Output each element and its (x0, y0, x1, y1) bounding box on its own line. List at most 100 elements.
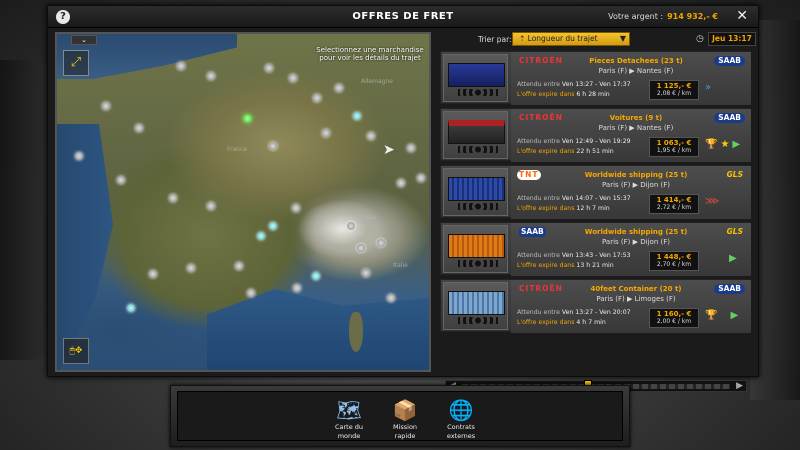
target-company-logo: GLS (726, 170, 743, 179)
map-city-marker[interactable] (127, 304, 135, 312)
clock-icon: ◷ (696, 34, 704, 44)
star-icon: ★ (720, 139, 730, 150)
trophy-icon: 🏆 (705, 139, 718, 150)
map-city-marker[interactable] (135, 124, 143, 132)
map-city-marker[interactable] (269, 222, 277, 230)
offer-price: 1 448,- € (656, 253, 692, 261)
expire-value: 6 h 28 min (576, 91, 610, 98)
map-city-marker[interactable] (362, 269, 370, 277)
target-company-logo: GLS (726, 227, 743, 236)
trophy-icon: 🏆 (705, 310, 718, 321)
map-city-marker[interactable] (292, 204, 300, 212)
sort-select[interactable]: ⇡ Longueur du trajet ▼ (512, 32, 630, 46)
offer-cargo: 40feet Container (20 t) (590, 285, 682, 293)
dock-label: Contrats (447, 423, 475, 431)
dock-quick-job-button[interactable]: 📦 Mission rapide (382, 398, 428, 440)
map-city-marker[interactable] (322, 129, 330, 137)
money-label: Votre argent : (608, 12, 664, 21)
expire-value: 22 h 51 min (576, 148, 614, 155)
map-corsica (349, 312, 363, 352)
map-city-marker[interactable] (289, 74, 297, 82)
offer-cargo: Worldwide shipping (25 t) (584, 228, 688, 236)
offer-route: Paris (F) ▶ Nantes (F) (598, 124, 674, 132)
offer-row[interactable]: SAAB Worldwide shipping (25 t) Paris (F)… (440, 222, 751, 276)
offer-price-per-km: 2,08 € / km (656, 90, 692, 97)
source-company-logo: CITROËN (519, 284, 563, 293)
arrow-right-icon: ▶ (729, 253, 737, 264)
map-city-marker[interactable] (177, 62, 185, 70)
dock-external-contracts-button[interactable]: 🌐 Contrats externes (438, 398, 484, 440)
dock-world-map-button[interactable]: 🗺 Carte du monde (326, 398, 372, 440)
expire-value: 13 h 21 min (576, 262, 614, 269)
map-city-marker[interactable] (265, 64, 273, 72)
offer-icons: ▶ (705, 253, 749, 269)
map-city-marker[interactable] (269, 142, 277, 150)
offer-route: Paris (F) ▶ Dijon (F) (602, 238, 670, 246)
target-company-logo: SAAB (714, 113, 745, 123)
trailer-thumbnail (443, 111, 508, 159)
route-from: Paris (598, 67, 616, 75)
offer-cargo: Voitures (9 t) (609, 114, 663, 122)
map-city-marker[interactable] (407, 144, 415, 152)
route-to: Dijon (640, 238, 659, 246)
mouse-move-icon[interactable]: 🖱✥ (63, 338, 89, 364)
map-city-marker[interactable] (257, 232, 265, 240)
map-city-marker[interactable] (149, 270, 157, 278)
close-button[interactable]: ✕ (736, 8, 748, 24)
map-collapse-button[interactable]: ⌄ (71, 35, 97, 45)
map-city-marker[interactable] (313, 94, 321, 102)
map-city-marker[interactable] (169, 194, 177, 202)
world-map[interactable]: Allemagne France Suisse Italie ⌄ ⤢ Selec… (55, 32, 431, 372)
map-city-marker[interactable] (207, 72, 215, 80)
map-city-marker[interactable] (235, 262, 243, 270)
offer-row[interactable]: TNT Worldwide shipping (25 t) Paris (F) … (440, 165, 751, 219)
offer-row[interactable]: CITROËN 40feet Container (20 t) Paris (F… (440, 279, 751, 333)
map-city-marker[interactable] (353, 112, 361, 120)
map-city-marker[interactable] (312, 272, 320, 280)
map-city-marker[interactable] (397, 179, 405, 187)
map-city-marker[interactable] (187, 264, 195, 272)
money-display: Votre argent :914 932,- € (608, 12, 718, 21)
sort-value: Longueur du trajet (527, 34, 598, 43)
map-zoom-icon[interactable]: ⤢ (63, 50, 89, 76)
trailer-body (448, 177, 505, 201)
target-company-logo: SAAB (714, 56, 745, 66)
offer-row[interactable]: CITROËN Voitures (9 t) Paris (F) ▶ Nante… (440, 108, 751, 162)
map-city-marker[interactable] (347, 222, 355, 230)
offer-price-per-km: 2,70 € / km (656, 261, 692, 268)
expire-value: 4 h 7 min (576, 319, 606, 326)
offer-price: 1 160,- € (656, 310, 692, 318)
window-label: Attendu entre (517, 81, 560, 88)
map-city-marker[interactable] (102, 102, 110, 110)
route-to-country: (F) (663, 124, 674, 132)
map-city-marker[interactable] (75, 152, 83, 160)
map-city-marker[interactable] (293, 284, 301, 292)
map-city-marker[interactable] (247, 289, 255, 297)
route-to-country: (F) (666, 295, 676, 303)
map-city-marker[interactable] (117, 176, 125, 184)
map-city-marker[interactable] (207, 202, 215, 210)
map-city-marker[interactable] (417, 174, 425, 182)
dock-label: Mission (392, 423, 418, 431)
scroll-right-icon[interactable]: ▶ (736, 381, 743, 391)
expire-label: L'offre expire dans (517, 205, 575, 212)
offer-window: Attendu entre Ven 12:49 - Ven 19:29 (517, 138, 631, 145)
route-to: Limoges (634, 295, 664, 303)
map-sea-atlantic (57, 124, 113, 370)
map-city-marker[interactable] (367, 132, 375, 140)
map-city-marker[interactable] (357, 244, 365, 252)
map-sea-mediterranean (207, 289, 429, 370)
map-city-current-paris[interactable] (243, 114, 252, 123)
route-to-country: (F) (660, 181, 670, 189)
map-city-marker[interactable] (377, 239, 385, 247)
offer-price-per-km: 2,72 € / km (656, 204, 692, 211)
route-to-country: (F) (660, 238, 670, 246)
map-city-marker[interactable] (387, 294, 395, 302)
route-from: Paris (596, 295, 613, 303)
map-city-marker[interactable] (335, 84, 343, 92)
offer-row[interactable]: CITROËN Pieces Detachees (23 t) Paris (F… (440, 51, 751, 105)
offer-info: TNT Worldwide shipping (25 t) Paris (F) … (511, 166, 751, 219)
trailer-body (448, 291, 505, 315)
route-from-country: (F) (620, 238, 631, 246)
dock-label: monde (337, 432, 361, 440)
